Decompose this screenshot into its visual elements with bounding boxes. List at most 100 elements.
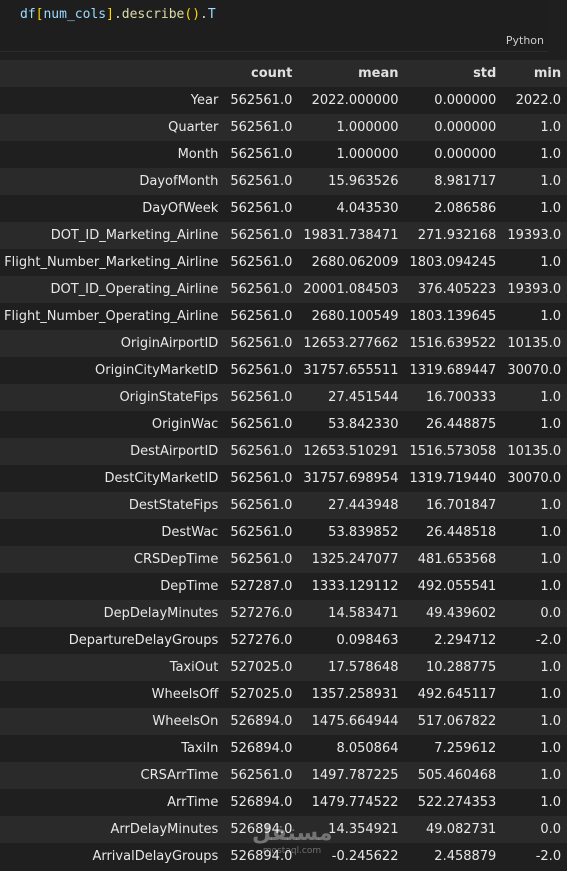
table-cell: 8.981717 [434, 174, 497, 189]
row-label: DestAirportID [130, 444, 219, 459]
table-cell: 527025.0 [230, 660, 293, 675]
table-cell: 526894.0 [230, 795, 293, 810]
table-cell: 1.0 [540, 525, 562, 540]
table-cell: 49.439602 [426, 606, 497, 621]
table-cell: 562561.0 [230, 201, 293, 216]
table-cell: 271.932168 [417, 228, 497, 243]
column-header: min [533, 66, 562, 81]
table-cell: 1497.787225 [311, 768, 399, 783]
table-cell: 505.460468 [417, 768, 497, 783]
table-cell: 7.259612 [434, 741, 497, 756]
table-cell: 562561.0 [230, 120, 293, 135]
table-cell: 1.0 [540, 660, 562, 675]
table-cell: 53.839852 [328, 525, 399, 540]
table-cell: 19393.0 [507, 228, 562, 243]
row-label: ArrTime [167, 795, 219, 810]
table-cell: 1.0 [540, 498, 562, 513]
table-cell: 1.0 [540, 768, 562, 783]
table-cell: 562561.0 [230, 174, 293, 189]
table-cell: 1357.258931 [311, 687, 399, 702]
table-row: DOT_ID_Operating_Airline 562561.0 20001.08… [0, 276, 567, 303]
row-label: OriginWac [151, 417, 219, 432]
row-label: Year [190, 93, 219, 108]
row-label: WheelsOn [152, 714, 219, 729]
table-cell: 2022.0 [515, 93, 562, 108]
table-row: DayOfWeek 562561.0 4.043530 2.086586 1.0 [0, 195, 567, 222]
table-cell: 1475.664944 [311, 714, 399, 729]
row-label: DOT_ID_Marketing_Airline [50, 228, 219, 243]
table-cell: 16.700333 [426, 390, 497, 405]
table-cell: 0.0 [540, 606, 562, 621]
table-cell: 376.405223 [417, 282, 497, 297]
table-cell: 1.0 [540, 579, 562, 594]
row-label: TaxiIn [181, 741, 219, 756]
table-cell: 1.0 [540, 417, 562, 432]
table-cell: 562561.0 [230, 417, 293, 432]
table-cell: 1333.129112 [311, 579, 399, 594]
table-cell: 12653.510291 [303, 444, 399, 459]
table-cell: 1.0 [540, 390, 562, 405]
table-row: OriginCityMarketID 562561.0 31757.655511 13… [0, 357, 567, 384]
table-row: DepTime 527287.0 1333.129112 492.055541 1.0 [0, 573, 567, 600]
code-token: describe [121, 7, 185, 22]
row-label: OriginCityMarketID [95, 363, 219, 378]
table-cell: 562561.0 [230, 444, 293, 459]
table-cell: 492.055541 [417, 579, 497, 594]
table-cell: 14.583471 [328, 606, 399, 621]
table-cell: 1803.139645 [409, 309, 497, 324]
table-cell: 2022.000000 [311, 93, 399, 108]
row-label: DestWac [161, 525, 219, 540]
table-cell: 1.0 [540, 741, 562, 756]
code-token: . [200, 7, 208, 22]
row-label: DestStateFips [128, 498, 219, 513]
table-cell: -2.0 [535, 633, 562, 648]
table-row: CRSDepTime 562561.0 1325.247077 481.653568 1… [0, 546, 567, 573]
table-cell: 12653.277662 [303, 336, 399, 351]
row-label: WheelsOff [151, 687, 219, 702]
code-token: T [207, 7, 216, 22]
table-row: OriginWac 562561.0 53.842330 26.448875 1.0 [0, 411, 567, 438]
table-cell: 27.451544 [328, 390, 399, 405]
row-label: DepDelayMinutes [103, 606, 219, 621]
table-cell: 1319.719440 [409, 471, 497, 486]
table-cell: 10135.0 [507, 444, 562, 459]
table-cell: 562561.0 [230, 309, 293, 324]
table-cell: 2680.062009 [311, 255, 399, 270]
table-cell: 562561.0 [230, 93, 293, 108]
table-cell: 0.098463 [336, 633, 399, 648]
column-header: mean [358, 66, 399, 81]
code-line[interactable]: df[num_cols].describe().T [20, 7, 216, 22]
table-row: ArrTime 526894.0 1479.774522 522.274353 1.0 [0, 789, 567, 816]
table-row: ArrivalDelayGroups 526894.0 -0.245622 2.458… [0, 843, 567, 870]
table-cell: 1.0 [540, 120, 562, 135]
table-row: Flight_Number_Operating_Airline 562561.0 2… [0, 303, 567, 330]
code-token: df [20, 7, 36, 22]
table-cell: 562561.0 [230, 552, 293, 567]
table-cell: 481.653568 [417, 552, 497, 567]
table-row: WheelsOff 527025.0 1357.258931 492.645117 1.… [0, 681, 567, 708]
table-cell: 1.0 [540, 174, 562, 189]
table-row: DestStateFips 562561.0 27.443948 16.701847 1… [0, 492, 567, 519]
index-header [0, 60, 226, 87]
table-row: TaxiOut 527025.0 17.578648 10.288775 1.0 [0, 654, 567, 681]
table-row: Flight_Number_Marketing_Airline 562561.0 2… [0, 249, 567, 276]
table-cell: -0.245622 [331, 849, 399, 864]
cell-language-label[interactable]: Python [506, 34, 544, 47]
cell-output: count mean std min Year 562561.0 2022.0000… [0, 60, 567, 870]
table-cell: 562561.0 [230, 768, 293, 783]
table-row: Month 562561.0 1.000000 0.000000 1.0 [0, 141, 567, 168]
table-row: CRSArrTime 562561.0 1497.787225 505.460468 1… [0, 762, 567, 789]
code-cell[interactable]: df[num_cols].describe().T Python [0, 0, 548, 52]
table-cell: 1.0 [540, 255, 562, 270]
table-cell: 2680.100549 [311, 309, 399, 324]
table-cell: 26.448518 [426, 525, 497, 540]
row-label: Flight_Number_Marketing_Airline [4, 255, 219, 270]
table-cell: 0.000000 [434, 120, 497, 135]
row-label: Flight_Number_Operating_Airline [4, 309, 219, 324]
table-cell: 2.086586 [434, 201, 497, 216]
table-cell: 30070.0 [507, 363, 562, 378]
table-cell: 527276.0 [230, 606, 293, 621]
table-cell: 562561.0 [230, 282, 293, 297]
table-cell: 19831.738471 [303, 228, 399, 243]
table-cell: 562561.0 [230, 147, 293, 162]
